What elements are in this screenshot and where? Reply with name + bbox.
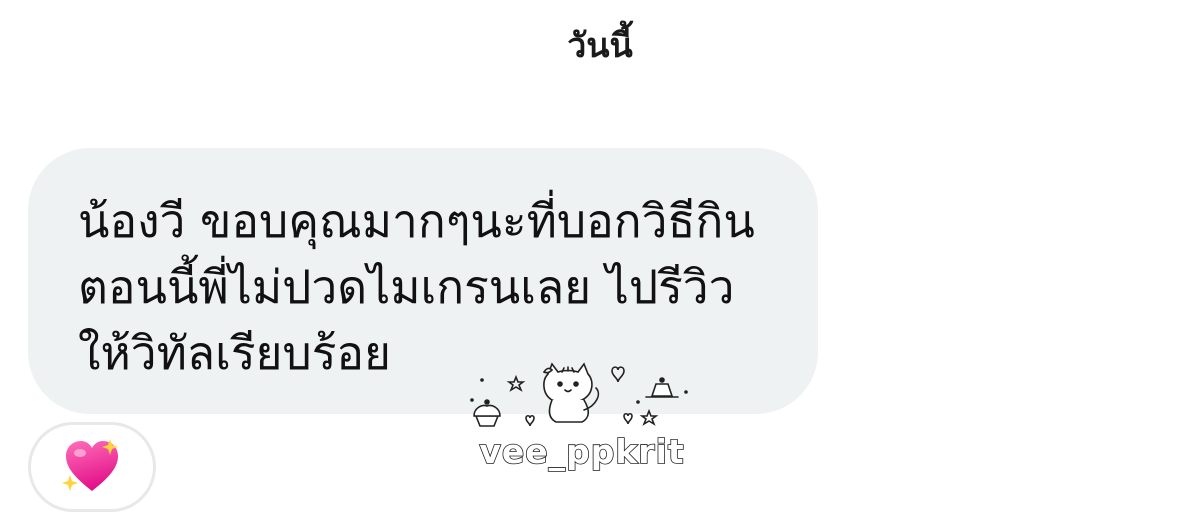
sparkling-heart-icon: [62, 439, 118, 491]
message-text: น้องวี ขอบคุณมากๆนะที่บอกวิธีกิน ตอนนี้พ…: [78, 194, 755, 380]
date-label: วันนี้: [567, 26, 633, 66]
date-header: วันนี้: [0, 18, 1200, 72]
watermark: vee_ppkrit: [452, 360, 712, 475]
watermark-text: vee_ppkrit: [479, 431, 685, 472]
message-reaction[interactable]: [28, 422, 156, 512]
cat-mascot-icon: [470, 362, 688, 427]
